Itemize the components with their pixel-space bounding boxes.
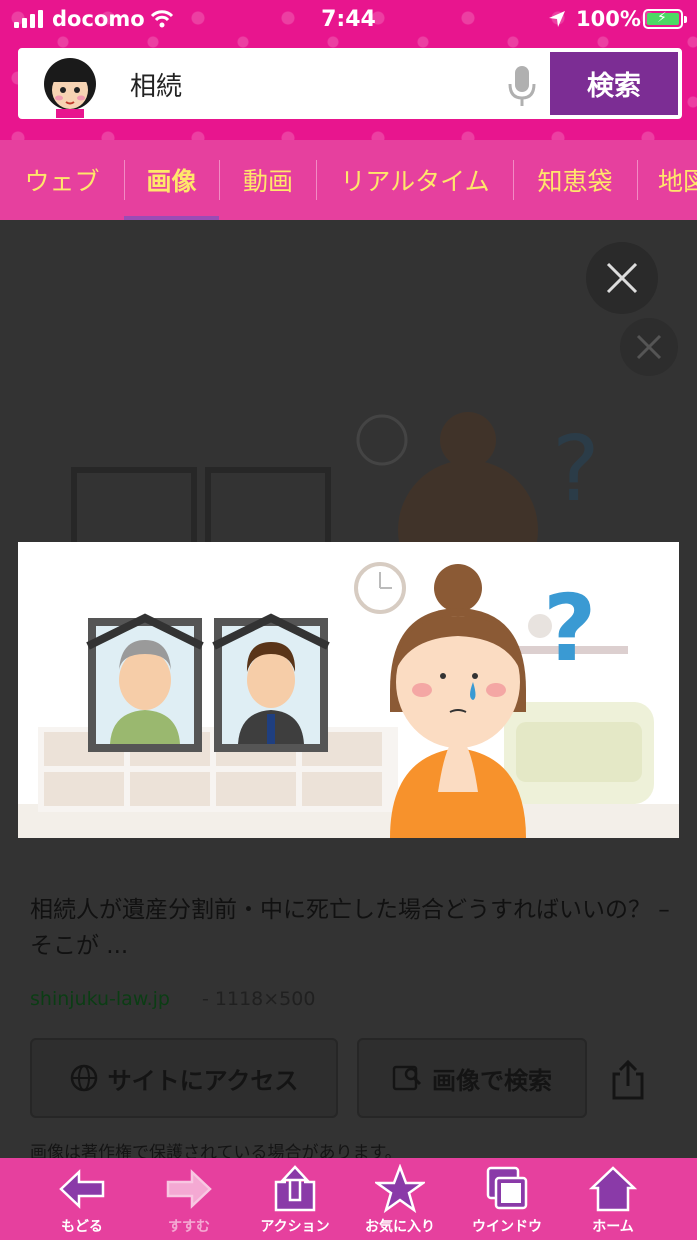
close-viewer-button[interactable] [586,242,658,314]
result-source-link[interactable]: shinjuku-law.jp [30,988,170,1010]
funeral-portraits-illustration: ? [18,562,679,838]
app-header: docomo 7:44 100% ⚡ 相続 検索 [0,0,697,140]
microphone-icon[interactable] [490,64,554,108]
search-type-tabs: ウェブ 画像 動画 リアルタイム 知恵袋 地図 [0,140,697,220]
result-title[interactable]: 相続人が遺産分割前・中に死亡した場合どうすればいいの？ – そこが ... [30,892,670,964]
home-label: ホーム [592,1219,634,1235]
globe-icon [70,1064,97,1092]
background-preview-image: ? [71,412,600,550]
close-icon [636,334,662,360]
search-button[interactable]: 検索 [550,52,678,115]
search-by-image-label: 画像で検索 [432,1066,552,1095]
search-bar: 検索 [18,48,682,119]
forward-arrow-icon [166,1169,212,1209]
windows-button[interactable]: ウインドウ [457,1164,557,1240]
selected-image[interactable]: ? [18,542,679,838]
visit-site-button[interactable]: サイトにアクセス [30,1038,338,1118]
windows-icon [486,1166,528,1210]
svg-text:?: ? [552,417,600,522]
back-button[interactable]: もどる [32,1164,132,1240]
action-button[interactable]: アクション [245,1164,345,1240]
forward-label: すすむ [168,1219,210,1235]
tab-images[interactable]: 画像 [124,140,219,220]
tab-web[interactable]: ウェブ [8,140,116,220]
svg-text:?: ? [543,575,596,682]
mascot-avatar-icon[interactable] [34,54,106,118]
tab-chiebukuro[interactable]: 知恵袋 [514,140,636,220]
search-by-image-button[interactable]: 画像で検索 [357,1038,587,1118]
visit-site-label: サイトにアクセス [107,1066,299,1095]
close-icon [606,262,638,294]
search-input[interactable] [130,64,490,104]
tab-realtime[interactable]: リアルタイム [317,140,513,220]
star-icon [375,1164,425,1214]
tab-map[interactable]: 地図 [638,140,697,220]
share-icon[interactable] [608,1058,648,1100]
back-label: もどる [61,1219,103,1235]
location-arrow-icon [549,11,565,27]
action-label: アクション [260,1219,330,1235]
battery-icon: ⚡ [643,9,687,29]
favorites-label: お気に入り [365,1219,435,1235]
battery-percent: 100% [576,7,641,31]
status-bar: docomo 7:44 100% ⚡ [0,0,697,40]
bottom-toolbar: もどる すすむ アクション お気に入り ウインドウ ホーム [0,1158,697,1240]
favorites-button[interactable]: お気に入り [350,1164,450,1240]
share-icon [274,1165,316,1212]
home-button[interactable]: ホーム [563,1164,663,1240]
image-search-icon [392,1065,422,1091]
forward-button[interactable]: すすむ [139,1164,239,1240]
secondary-close-button[interactable] [620,318,678,376]
result-image-dimensions: - 1118×500 [202,988,316,1010]
back-arrow-icon [59,1169,105,1209]
tab-video[interactable]: 動画 [220,140,316,220]
home-icon [588,1166,638,1212]
windows-label: ウインドウ [472,1219,542,1235]
